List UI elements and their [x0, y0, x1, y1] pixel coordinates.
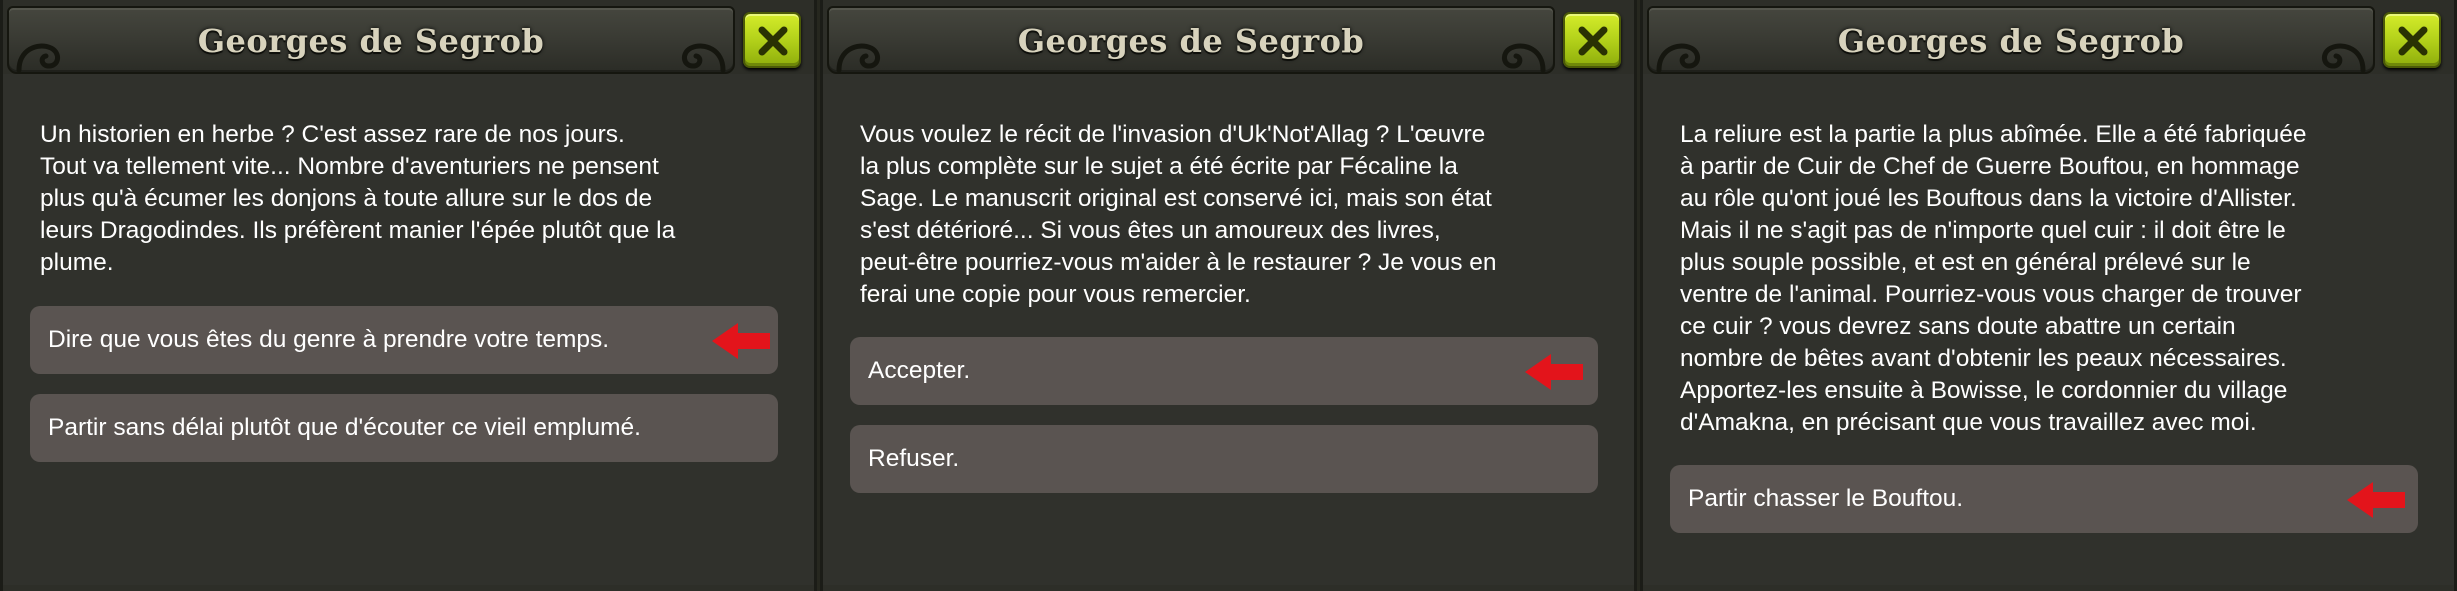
option-label: Accepter.: [868, 357, 971, 384]
dialog-option-leave[interactable]: Partir sans délai plutôt que d'écouter c…: [30, 394, 778, 462]
npc-dialog-text: La reliure est la partie la plus abîmée.…: [1680, 121, 2307, 436]
npc-name-title: Georges de Segrob: [1837, 22, 2185, 60]
close-x-icon: [758, 26, 788, 56]
red-arrow-icon: [712, 323, 770, 359]
dialog-header: Georges de Segrob: [7, 6, 735, 74]
dialog-body: La reliure est la partie la plus abîmée.…: [1643, 74, 2454, 585]
option-label: Partir chasser le Bouftou.: [1688, 485, 1964, 512]
close-x-icon: [2398, 26, 2428, 56]
npc-dialog-panel-2: Georges de Segrob Vous voulez le récit d…: [820, 0, 1637, 591]
dialog-option-accept[interactable]: Accepter.: [850, 337, 1598, 405]
dialog-header: Georges de Segrob: [1647, 6, 2375, 74]
close-x-icon: [1578, 26, 1608, 56]
dialog-header: Georges de Segrob: [827, 6, 1555, 74]
close-button[interactable]: [743, 12, 801, 68]
dialog-option-take-time[interactable]: Dire que vous êtes du genre à prendre vo…: [30, 306, 778, 374]
npc-dialog-panel-3: Georges de Segrob La reliure est la part…: [1640, 0, 2457, 591]
dialog-option-refuse[interactable]: Refuser.: [850, 425, 1598, 493]
ornament-right-icon: [1502, 43, 1546, 73]
npc-dialog-text: Vous voulez le récit de l'invasion d'Uk'…: [860, 121, 1497, 308]
dialog-body: Vous voulez le récit de l'invasion d'Uk'…: [823, 74, 1634, 585]
ornament-right-icon: [2322, 43, 2366, 73]
npc-dialog-text: Un historien en herbe ? C'est assez rare…: [40, 121, 676, 276]
red-arrow-icon: [2347, 482, 2405, 518]
option-label: Partir sans délai plutôt que d'écouter c…: [48, 414, 641, 441]
ornament-right-icon: [682, 43, 726, 73]
npc-name-title: Georges de Segrob: [197, 22, 545, 60]
option-label: Refuser.: [868, 445, 960, 472]
close-button[interactable]: [2383, 12, 2441, 68]
dialog-option-hunt-bouftou[interactable]: Partir chasser le Bouftou.: [1670, 465, 2418, 533]
option-label: Dire que vous êtes du genre à prendre vo…: [48, 326, 610, 353]
dialog-screenshot: Georges de Segrob Un historien en herbe …: [0, 0, 2457, 591]
npc-dialog-panel-1: Georges de Segrob Un historien en herbe …: [0, 0, 817, 591]
npc-name-title: Georges de Segrob: [1017, 22, 1365, 60]
dialog-body: Un historien en herbe ? C'est assez rare…: [3, 74, 814, 585]
close-button[interactable]: [1563, 12, 1621, 68]
red-arrow-icon: [1525, 354, 1583, 390]
